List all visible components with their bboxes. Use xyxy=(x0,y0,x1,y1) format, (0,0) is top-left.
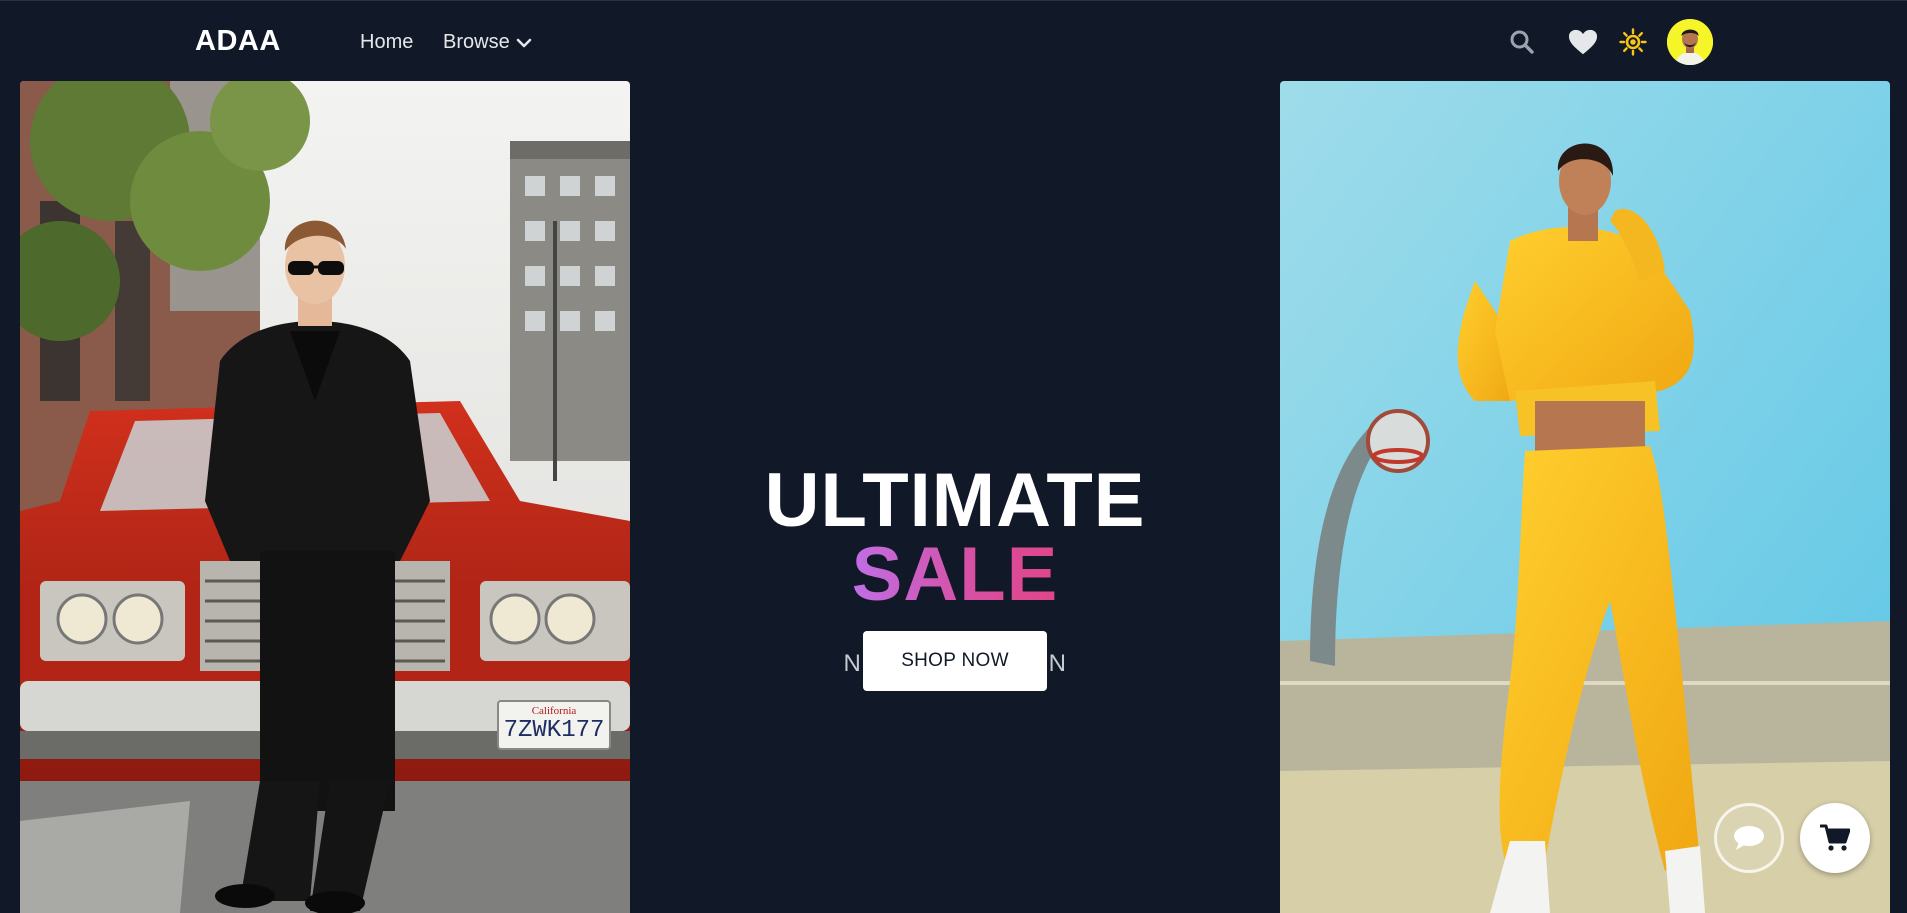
avatar-image xyxy=(1667,19,1713,65)
hero-title-line2: SALE xyxy=(630,537,1280,613)
nav-home-link[interactable]: Home xyxy=(360,31,413,54)
shop-now-button[interactable]: SHOP NOW xyxy=(863,631,1047,691)
chevron-down-icon xyxy=(516,37,532,49)
hero-image-right xyxy=(1280,81,1890,913)
search-button[interactable] xyxy=(1507,27,1537,57)
cart-button[interactable] xyxy=(1800,803,1870,873)
woman-in-yellow-tracksuit-photo xyxy=(1280,81,1890,913)
nav-browse-label: Browse xyxy=(443,31,510,53)
svg-text:7ZWK177: 7ZWK177 xyxy=(504,717,605,744)
sun-icon xyxy=(1619,28,1647,56)
wishlist-button[interactable] xyxy=(1568,27,1598,57)
man-leaning-on-red-car-photo: 7ZWK177 California xyxy=(20,81,630,913)
hero-title-sale: SALE xyxy=(851,532,1059,617)
user-avatar[interactable] xyxy=(1667,19,1713,65)
hero-center: ULTIMATE SALE NEW COLLECTION SHOP NOW xyxy=(630,81,1280,913)
svg-text:California: California xyxy=(532,705,577,717)
top-navbar: ADAA Home Browse xyxy=(0,0,1907,80)
cart-icon xyxy=(1820,824,1850,851)
chat-button[interactable] xyxy=(1714,803,1784,873)
theme-toggle-button[interactable] xyxy=(1618,27,1648,57)
hero-image-left: 7ZWK177 California xyxy=(20,81,630,913)
brand-logo[interactable]: ADAA xyxy=(195,25,281,58)
nav-home-label: Home xyxy=(360,31,414,53)
search-icon xyxy=(1510,30,1534,54)
hero-title-line1: ULTIMATE xyxy=(764,458,1146,543)
nav-browse-dropdown[interactable]: Browse xyxy=(443,31,532,54)
chat-icon xyxy=(1734,826,1764,850)
heart-icon xyxy=(1568,29,1598,55)
